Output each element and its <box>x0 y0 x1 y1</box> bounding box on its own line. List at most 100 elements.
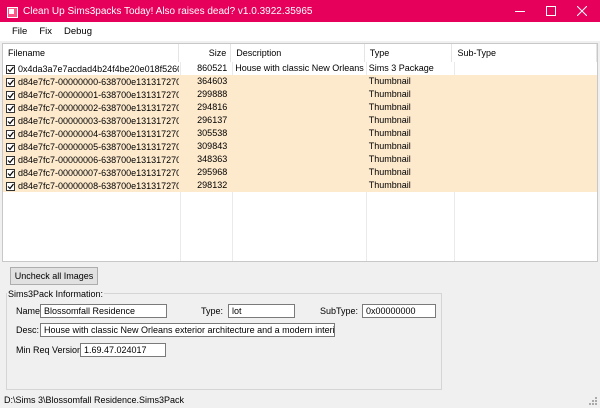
window-title: Clean Up Sims3packs Today! Also raises d… <box>23 5 313 17</box>
cell-subtype <box>452 166 597 179</box>
filename-text: d84e7fc7-00000008-638700e131317270.png <box>18 181 179 191</box>
table-row[interactable]: d84e7fc7-00000000-638700e131317270.png 36… <box>3 75 597 88</box>
cell-size: 296137 <box>197 115 228 125</box>
cell-description: House with classic New Orleans ... <box>235 63 365 73</box>
column-filename[interactable]: Filename <box>3 44 180 62</box>
title-bar: Clean Up Sims3packs Today! Also raises d… <box>0 0 600 22</box>
cell-filename: d84e7fc7-00000007-638700e131317270.png <box>3 166 179 179</box>
min-req-version-field[interactable]: 1.69.47.024017 <box>80 343 166 357</box>
filename-text: d84e7fc7-00000005-638700e131317270.png <box>18 142 179 152</box>
table-row[interactable]: d84e7fc7-00000002-638700e131317270.png 29… <box>3 101 597 114</box>
cell-filename: d84e7fc7-00000002-638700e131317270.png <box>3 101 179 114</box>
maximize-button[interactable] <box>535 0 567 22</box>
row-checkbox[interactable] <box>6 142 15 152</box>
close-button[interactable] <box>566 0 598 22</box>
row-checkbox[interactable] <box>6 155 15 165</box>
column-description[interactable]: Description <box>231 44 365 62</box>
filename-text: d84e7fc7-00000000-638700e131317270.png <box>18 77 179 87</box>
list-header: Filename Size Description Type Sub-Type <box>3 44 597 62</box>
cell-subtype <box>452 62 597 75</box>
cell-description <box>231 179 365 192</box>
name-field[interactable]: Blossomfall Residence <box>40 304 167 318</box>
row-checkbox[interactable] <box>6 168 15 178</box>
cell-type: Thumbnail <box>368 76 411 86</box>
filename-text: d84e7fc7-00000001-638700e131317270.png <box>18 90 179 100</box>
file-list[interactable]: Filename Size Description Type Sub-Type … <box>2 43 598 262</box>
menu-debug[interactable]: Debug <box>58 24 98 39</box>
subtype-field[interactable]: 0x00000000 <box>362 304 436 318</box>
cell-size: 860521 <box>197 63 228 73</box>
menu-file[interactable]: File <box>6 24 33 39</box>
table-row[interactable]: d84e7fc7-00000003-638700e131317270.png 29… <box>3 114 597 127</box>
cell-filename: d84e7fc7-00000001-638700e131317270.png <box>3 88 179 101</box>
cell-description <box>231 114 365 127</box>
cell-type: Thumbnail <box>368 180 411 190</box>
resize-grip-icon[interactable] <box>588 396 598 406</box>
row-checkbox[interactable] <box>6 129 15 139</box>
menu-bar: File Fix Debug <box>0 22 600 41</box>
row-checkbox[interactable] <box>6 64 15 74</box>
table-row[interactable]: d84e7fc7-00000005-638700e131317270.png 30… <box>3 140 597 153</box>
cell-size: 299888 <box>197 89 228 99</box>
column-type[interactable]: Type <box>365 44 453 62</box>
status-bar: D:\Sims 3\Blossomfall Residence.Sims3Pac… <box>0 393 600 408</box>
cell-type: Thumbnail <box>368 89 411 99</box>
row-checkbox[interactable] <box>6 103 15 113</box>
table-row[interactable]: d84e7fc7-00000007-638700e131317270.png 29… <box>3 166 597 179</box>
list-rows: 0x4da3a7e7acdad4b24f4be20e018f5260.p... 8… <box>3 62 597 192</box>
cell-description <box>231 140 365 153</box>
column-size[interactable]: Size <box>179 44 232 62</box>
table-row[interactable]: d84e7fc7-00000004-638700e131317270.png 30… <box>3 127 597 140</box>
menu-fix[interactable]: Fix <box>33 24 58 39</box>
checkmark-icon <box>7 183 14 189</box>
cell-subtype <box>452 179 597 192</box>
cell-type: Thumbnail <box>368 154 411 164</box>
type-field[interactable]: lot <box>228 304 295 318</box>
row-checkbox[interactable] <box>6 181 15 191</box>
filename-text: d84e7fc7-00000004-638700e131317270.png <box>18 129 179 139</box>
cell-type: Thumbnail <box>368 141 411 151</box>
cell-filename: d84e7fc7-00000000-638700e131317270.png <box>3 75 179 88</box>
group-label: Sims3Pack Information: <box>7 289 105 299</box>
filename-text: d84e7fc7-00000007-638700e131317270.png <box>18 168 179 178</box>
minimize-button[interactable] <box>504 0 536 22</box>
min-req-version-label: Min Req Version: <box>16 345 85 355</box>
cell-filename: d84e7fc7-00000003-638700e131317270.png <box>3 114 179 127</box>
cell-subtype <box>452 127 597 140</box>
filename-text: d84e7fc7-00000002-638700e131317270.png <box>18 103 179 113</box>
cell-subtype <box>452 101 597 114</box>
checkmark-icon <box>7 66 14 72</box>
filename-text: 0x4da3a7e7acdad4b24f4be20e018f5260.p... <box>18 64 180 74</box>
cell-subtype <box>452 140 597 153</box>
cell-description <box>231 101 365 114</box>
checkmark-icon <box>7 92 14 98</box>
cell-size: 348363 <box>197 154 228 164</box>
cell-subtype <box>452 75 597 88</box>
cell-type: Thumbnail <box>368 102 411 112</box>
cell-description <box>231 127 365 140</box>
cell-size: 295968 <box>197 167 228 177</box>
table-row[interactable]: d84e7fc7-00000008-638700e131317270.png 29… <box>3 179 597 192</box>
column-subtype[interactable]: Sub-Type <box>452 44 597 62</box>
uncheck-all-images-button[interactable]: Uncheck all Images <box>10 267 98 285</box>
row-checkbox[interactable] <box>6 77 15 87</box>
cell-subtype <box>452 88 597 101</box>
cell-filename: 0x4da3a7e7acdad4b24f4be20e018f5260.p... <box>3 62 179 75</box>
subtype-label: SubType: <box>320 306 359 316</box>
row-checkbox[interactable] <box>6 116 15 126</box>
table-row[interactable]: 0x4da3a7e7acdad4b24f4be20e018f5260.p... 8… <box>3 62 597 75</box>
filename-text: d84e7fc7-00000006-638700e131317270.png <box>18 155 179 165</box>
cell-size: 309843 <box>197 141 228 151</box>
checkmark-icon <box>7 105 14 111</box>
desc-field[interactable]: House with classic New Orleans exterior … <box>40 323 335 337</box>
checkmark-icon <box>7 118 14 124</box>
cell-filename: d84e7fc7-00000004-638700e131317270.png <box>3 127 179 140</box>
row-checkbox[interactable] <box>6 90 15 100</box>
desc-label: Desc: <box>16 325 40 335</box>
cell-description <box>231 153 365 166</box>
checkmark-icon <box>7 170 14 176</box>
table-row[interactable]: d84e7fc7-00000001-638700e131317270.png 29… <box>3 88 597 101</box>
table-row[interactable]: d84e7fc7-00000006-638700e131317270.png 34… <box>3 153 597 166</box>
name-label: Name: <box>16 306 43 316</box>
type-label: Type: <box>201 306 224 316</box>
